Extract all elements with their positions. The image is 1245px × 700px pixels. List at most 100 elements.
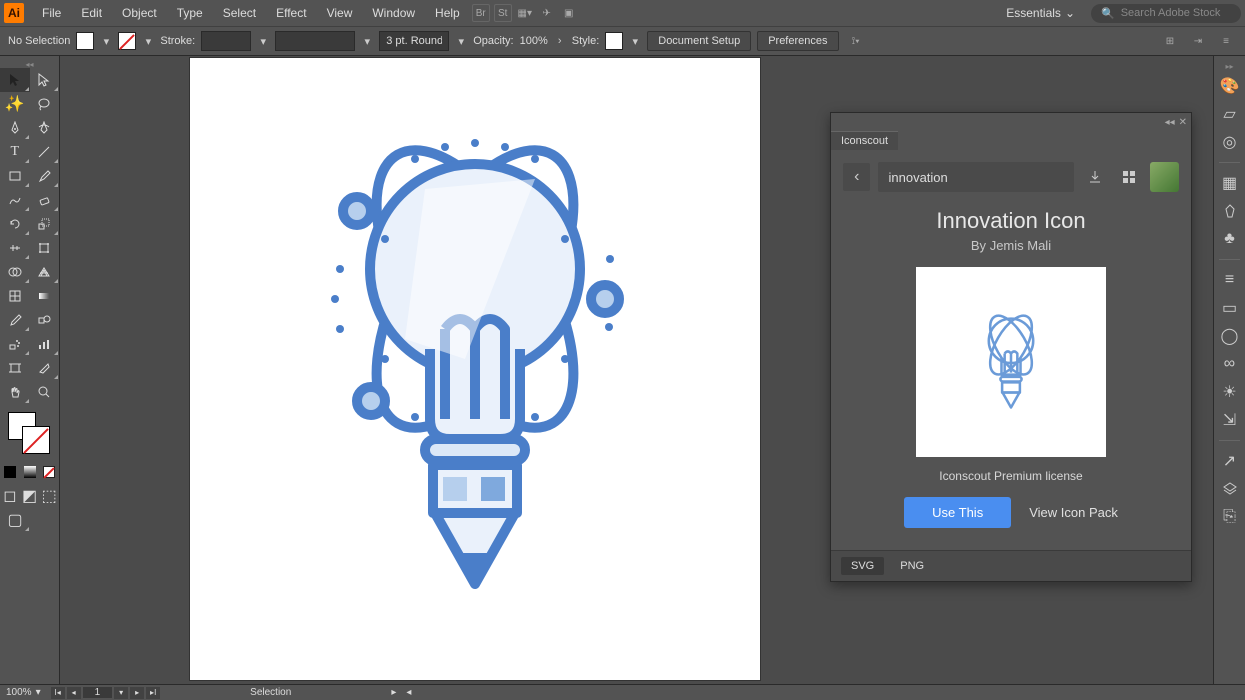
panel-collapse-icon[interactable]: ◂◂: [1165, 117, 1175, 128]
perspective-grid-tool[interactable]: [30, 260, 60, 284]
doc-icon[interactable]: ▣: [560, 4, 578, 22]
fill-stroke-indicator[interactable]: [4, 410, 55, 454]
artboard-number[interactable]: 1: [83, 687, 113, 698]
draw-behind-icon[interactable]: ◩: [20, 484, 40, 508]
gpu-icon[interactable]: ✈: [538, 4, 556, 22]
transform-icon[interactable]: ↗: [1218, 449, 1242, 473]
preferences-button[interactable]: Preferences: [757, 31, 838, 51]
stroke-profile-input[interactable]: [275, 31, 355, 51]
stock-icon[interactable]: St: [494, 4, 512, 22]
download-icon[interactable]: [1082, 164, 1108, 190]
selection-tool[interactable]: [0, 68, 30, 92]
menu-view[interactable]: View: [317, 2, 363, 24]
club-icon[interactable]: ♣: [1218, 227, 1242, 251]
format-png-tab[interactable]: PNG: [890, 557, 934, 575]
pen-tool[interactable]: [0, 116, 30, 140]
brush-def-input[interactable]: [379, 31, 449, 51]
slice-tool[interactable]: [30, 356, 60, 380]
column-graph-tool[interactable]: [30, 332, 60, 356]
opt-icon-1[interactable]: ⊞: [1161, 32, 1179, 50]
bridge-icon[interactable]: Br: [472, 4, 490, 22]
artboards-icon-rail[interactable]: ⎘: [1218, 505, 1242, 529]
stroke-color-icon[interactable]: [22, 426, 50, 454]
graphic-styles-icon[interactable]: ☀: [1218, 380, 1242, 404]
direct-selection-tool[interactable]: [30, 68, 60, 92]
paintbrush-tool[interactable]: [30, 164, 60, 188]
scroll-left-icon[interactable]: ▸: [391, 687, 396, 698]
color-mode-icon[interactable]: [0, 460, 20, 484]
menu-window[interactable]: Window: [362, 2, 425, 24]
rail-grip-icon[interactable]: ▸▸: [1225, 62, 1233, 70]
rectangle-tool[interactable]: [0, 164, 30, 188]
workspace-switcher[interactable]: Essentials ⌄: [998, 2, 1083, 24]
stroke-profile-dd-icon[interactable]: ▾: [361, 35, 373, 47]
menu-object[interactable]: Object: [112, 2, 167, 24]
brushes-icon[interactable]: ◎: [1218, 130, 1242, 154]
magic-wand-tool[interactable]: ✨: [0, 92, 30, 116]
stroke-swatch[interactable]: [118, 32, 136, 50]
opacity-value[interactable]: 100%: [520, 35, 548, 47]
panel-close-icon[interactable]: ✕: [1179, 117, 1187, 128]
eraser-tool[interactable]: [30, 188, 60, 212]
align-popup-icon[interactable]: ⟟▾: [847, 32, 865, 50]
back-button[interactable]: ‹: [843, 163, 870, 191]
stroke-panel-icon[interactable]: [1218, 199, 1242, 223]
align-panel-icon[interactable]: ⇲: [1218, 408, 1242, 432]
format-svg-tab[interactable]: SVG: [841, 557, 884, 575]
eyedropper-tool[interactable]: [0, 308, 30, 332]
artboard-prev-icon[interactable]: ◂: [67, 687, 81, 699]
artboard-tool[interactable]: [0, 356, 30, 380]
shaper-tool[interactable]: [0, 188, 30, 212]
mesh-tool[interactable]: [0, 284, 30, 308]
artboard-next-icon[interactable]: ▸: [130, 687, 144, 699]
style-swatch[interactable]: [605, 32, 623, 50]
style-dd-icon[interactable]: ▾: [629, 35, 641, 47]
screen-mode-icon[interactable]: ▢: [0, 508, 30, 532]
menu-edit[interactable]: Edit: [71, 2, 112, 24]
use-this-button[interactable]: Use This: [904, 497, 1011, 528]
icon-search-input[interactable]: [878, 162, 1074, 192]
zoom-tool[interactable]: [30, 380, 60, 404]
blend-tool[interactable]: [30, 308, 60, 332]
scroll-right-icon[interactable]: ◂: [406, 687, 411, 698]
opacity-dd-icon[interactable]: ›: [554, 35, 566, 47]
draw-normal-icon[interactable]: ◻: [0, 484, 20, 508]
arrange-icon[interactable]: ▦▾: [516, 4, 534, 22]
zoom-control[interactable]: 100% ▾: [6, 687, 41, 698]
menu-type[interactable]: Type: [167, 2, 213, 24]
panel-grip-icon[interactable]: ◂◂: [0, 60, 59, 68]
layers-icon[interactable]: [1218, 477, 1242, 501]
artboard-dd-icon[interactable]: ▾: [114, 687, 128, 699]
swatches-icon[interactable]: ▱: [1218, 102, 1242, 126]
iconscout-tab[interactable]: Iconscout: [831, 131, 898, 150]
curvature-tool[interactable]: [30, 116, 60, 140]
stroke-weight-dd-icon[interactable]: ▾: [257, 35, 269, 47]
gradient-tool[interactable]: [30, 284, 60, 308]
free-transform-tool[interactable]: [30, 236, 60, 260]
appearance-icon[interactable]: ◯: [1218, 324, 1242, 348]
menu-select[interactable]: Select: [213, 2, 266, 24]
menu-file[interactable]: File: [32, 2, 71, 24]
draw-inside-icon[interactable]: ⬚: [39, 484, 59, 508]
stroke-dropdown-icon[interactable]: ▾: [142, 35, 154, 47]
symbol-sprayer-tool[interactable]: [0, 332, 30, 356]
search-adobe-stock[interactable]: 🔍 Search Adobe Stock: [1091, 4, 1241, 23]
fill-dropdown-icon[interactable]: ▾: [100, 35, 112, 47]
symbols-icon[interactable]: ▦: [1218, 171, 1242, 195]
artboard-first-icon[interactable]: I◂: [51, 687, 65, 699]
hand-tool[interactable]: [0, 380, 30, 404]
width-tool[interactable]: [0, 236, 30, 260]
fill-swatch[interactable]: [76, 32, 94, 50]
shape-builder-tool[interactable]: [0, 260, 30, 284]
menu-effect[interactable]: Effect: [266, 2, 316, 24]
opt-icon-3[interactable]: ≡: [1217, 32, 1235, 50]
artboard-last-icon[interactable]: ▸I: [146, 687, 160, 699]
color-palette-icon[interactable]: 🎨: [1218, 74, 1242, 98]
brush-dd-icon[interactable]: ▾: [455, 35, 467, 47]
user-avatar[interactable]: [1150, 162, 1179, 192]
transparency-icon[interactable]: ▭: [1218, 296, 1242, 320]
stroke-weight-input[interactable]: [201, 31, 251, 51]
grid-view-icon[interactable]: [1116, 164, 1142, 190]
document-setup-button[interactable]: Document Setup: [647, 31, 751, 51]
line-segment-tool[interactable]: [30, 140, 60, 164]
